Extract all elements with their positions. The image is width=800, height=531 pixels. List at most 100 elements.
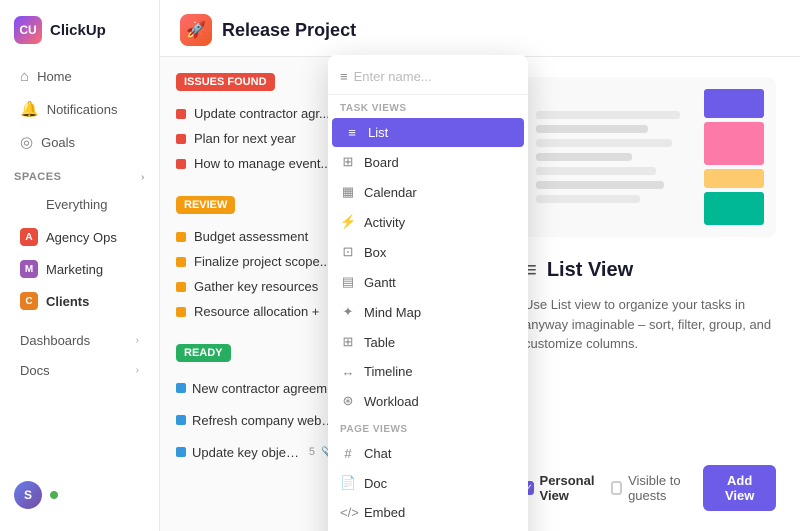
timeline-icon: ↔ (340, 364, 356, 379)
project-icon-emoji: 🚀 (186, 20, 206, 40)
spaces-section-header: Spaces › (0, 159, 159, 187)
project-icon: 🚀 (180, 14, 212, 46)
task-text: New contractor agreement (192, 381, 341, 396)
dropdown-item-table[interactable]: ⊞ Table (328, 327, 528, 357)
list-view-actions: Personal View Visible to guests Add View (524, 465, 776, 511)
dashboards-chevron: › (136, 335, 139, 346)
dropdown-item-box[interactable]: ⊡ Box (328, 237, 528, 267)
clients-label: Clients (46, 294, 89, 309)
home-icon: ⌂ (20, 68, 29, 85)
ready-badge: READY (176, 344, 231, 362)
dropdown-item-mindmap[interactable]: ✦ Mind Map (328, 297, 528, 327)
docs-chevron: › (136, 365, 139, 376)
sidebar-bottom: Dashboards › Docs › (0, 317, 159, 394)
list-view-preview (524, 77, 776, 237)
list-icon: ≡ (344, 125, 360, 140)
dropdown-item-doc[interactable]: 📄 Doc (328, 468, 528, 498)
activity-label: Activity (364, 215, 405, 230)
sidebar-notifications-label: Notifications (47, 102, 118, 117)
right-panel: ≡ List View Use List view to organize yo… (500, 57, 800, 531)
list-view-description: Use List view to organize your tasks in … (524, 295, 776, 354)
task-text: Update key objectives (192, 445, 303, 460)
list-view-title-row: ≡ List View (524, 257, 776, 283)
list-label: List (368, 125, 388, 140)
visible-guests-check[interactable] (611, 481, 622, 495)
sidebar-item-marketing[interactable]: M Marketing (6, 254, 153, 284)
task-dot-blue (176, 447, 186, 457)
personal-view-label: Personal View (540, 473, 600, 503)
bell-icon: 🔔 (20, 100, 39, 118)
task-dot-blue (176, 415, 186, 425)
review-badge: REVIEW (176, 196, 235, 214)
calendar-icon: ▦ (340, 184, 356, 200)
doc-icon: 📄 (340, 475, 356, 491)
dropdown-item-embed[interactable]: </> Embed (328, 498, 528, 527)
sidebar: CU ClickUp ⌂ Home 🔔 Notifications ◎ Goal… (0, 0, 160, 531)
sidebar-home-label: Home (37, 69, 72, 84)
dropdown-item-chat[interactable]: # Chat (328, 439, 528, 468)
spaces-chevron: › (141, 172, 145, 183)
dropdown-list-icon: ≡ (340, 69, 348, 84)
sidebar-item-agency-ops[interactable]: A Agency Ops (6, 222, 153, 252)
user-avatar: S (14, 481, 42, 509)
marketing-avatar: M (20, 260, 38, 278)
add-view-button[interactable]: Add View (703, 465, 776, 511)
task-dot-red (176, 134, 186, 144)
task-dot-yellow (176, 232, 186, 242)
user-status-dot (50, 491, 58, 499)
dropdown-search-input[interactable] (354, 69, 516, 84)
sidebar-item-notifications[interactable]: 🔔 Notifications (6, 93, 153, 125)
doc-label: Doc (364, 476, 387, 491)
task-dot-yellow (176, 257, 186, 267)
dropdown-item-gantt[interactable]: ▤ Gantt (328, 267, 528, 297)
table-label: Table (364, 335, 395, 350)
personal-view-checkbox[interactable]: Personal View (524, 473, 599, 503)
sidebar-item-dashboards[interactable]: Dashboards › (6, 326, 153, 355)
dropdown-item-board[interactable]: ⊞ Board (328, 147, 528, 177)
sidebar-item-goals[interactable]: ◎ Goals (6, 126, 153, 158)
everything-label: Everything (46, 197, 107, 212)
task-views-label: TASK VIEWS (328, 95, 528, 118)
sidebar-user[interactable]: S (0, 471, 159, 519)
dropdown-item-form[interactable]: ✎ Form (328, 527, 528, 531)
workload-label: Workload (364, 394, 419, 409)
main-header: 🚀 Release Project (160, 0, 800, 57)
project-title: Release Project (222, 20, 356, 41)
dropdown-item-list[interactable]: ≡ List (332, 118, 524, 147)
dropdown-item-timeline[interactable]: ↔ Timeline (328, 357, 528, 386)
embed-label: Embed (364, 505, 405, 520)
goals-icon: ◎ (20, 133, 33, 151)
workload-icon: ⊛ (340, 393, 356, 409)
logo-area: CU ClickUp (0, 12, 159, 60)
dropdown-item-activity[interactable]: ⚡ Activity (328, 207, 528, 237)
sidebar-item-everything[interactable]: Everything (6, 188, 153, 220)
view-type-dropdown: ≡ TASK VIEWS ≡ List ⊞ Board ▦ Calendar ⚡… (328, 55, 528, 531)
visible-guests-wrap[interactable]: Visible to guests (611, 473, 691, 503)
clients-avatar: C (20, 292, 38, 310)
gantt-label: Gantt (364, 275, 396, 290)
spaces-label: Spaces (14, 171, 61, 183)
agency-ops-label: Agency Ops (46, 230, 117, 245)
gantt-icon: ▤ (340, 274, 356, 290)
sidebar-item-clients[interactable]: C Clients (6, 286, 153, 316)
agency-ops-avatar: A (20, 228, 38, 246)
mindmap-icon: ✦ (340, 304, 356, 320)
dropdown-item-calendar[interactable]: ▦ Calendar (328, 177, 528, 207)
list-view-heading: List View (547, 259, 633, 282)
logo-text: ClickUp (50, 22, 106, 39)
sidebar-nav: ⌂ Home 🔔 Notifications ◎ Goals (0, 60, 159, 159)
timeline-label: Timeline (364, 364, 413, 379)
dropdown-item-workload[interactable]: ⊛ Workload (328, 386, 528, 416)
sidebar-item-docs[interactable]: Docs › (6, 356, 153, 385)
sidebar-item-home[interactable]: ⌂ Home (6, 61, 153, 92)
visible-guests-label: Visible to guests (628, 473, 691, 503)
box-icon: ⊡ (340, 244, 356, 260)
board-label: Board (364, 155, 399, 170)
mindmap-label: Mind Map (364, 305, 421, 320)
sidebar-goals-label: Goals (41, 135, 75, 150)
docs-label: Docs (20, 363, 50, 378)
task-dot-yellow (176, 282, 186, 292)
issues-badge: ISSUES FOUND (176, 73, 275, 91)
logo-icon: CU (14, 16, 42, 44)
table-icon: ⊞ (340, 334, 356, 350)
